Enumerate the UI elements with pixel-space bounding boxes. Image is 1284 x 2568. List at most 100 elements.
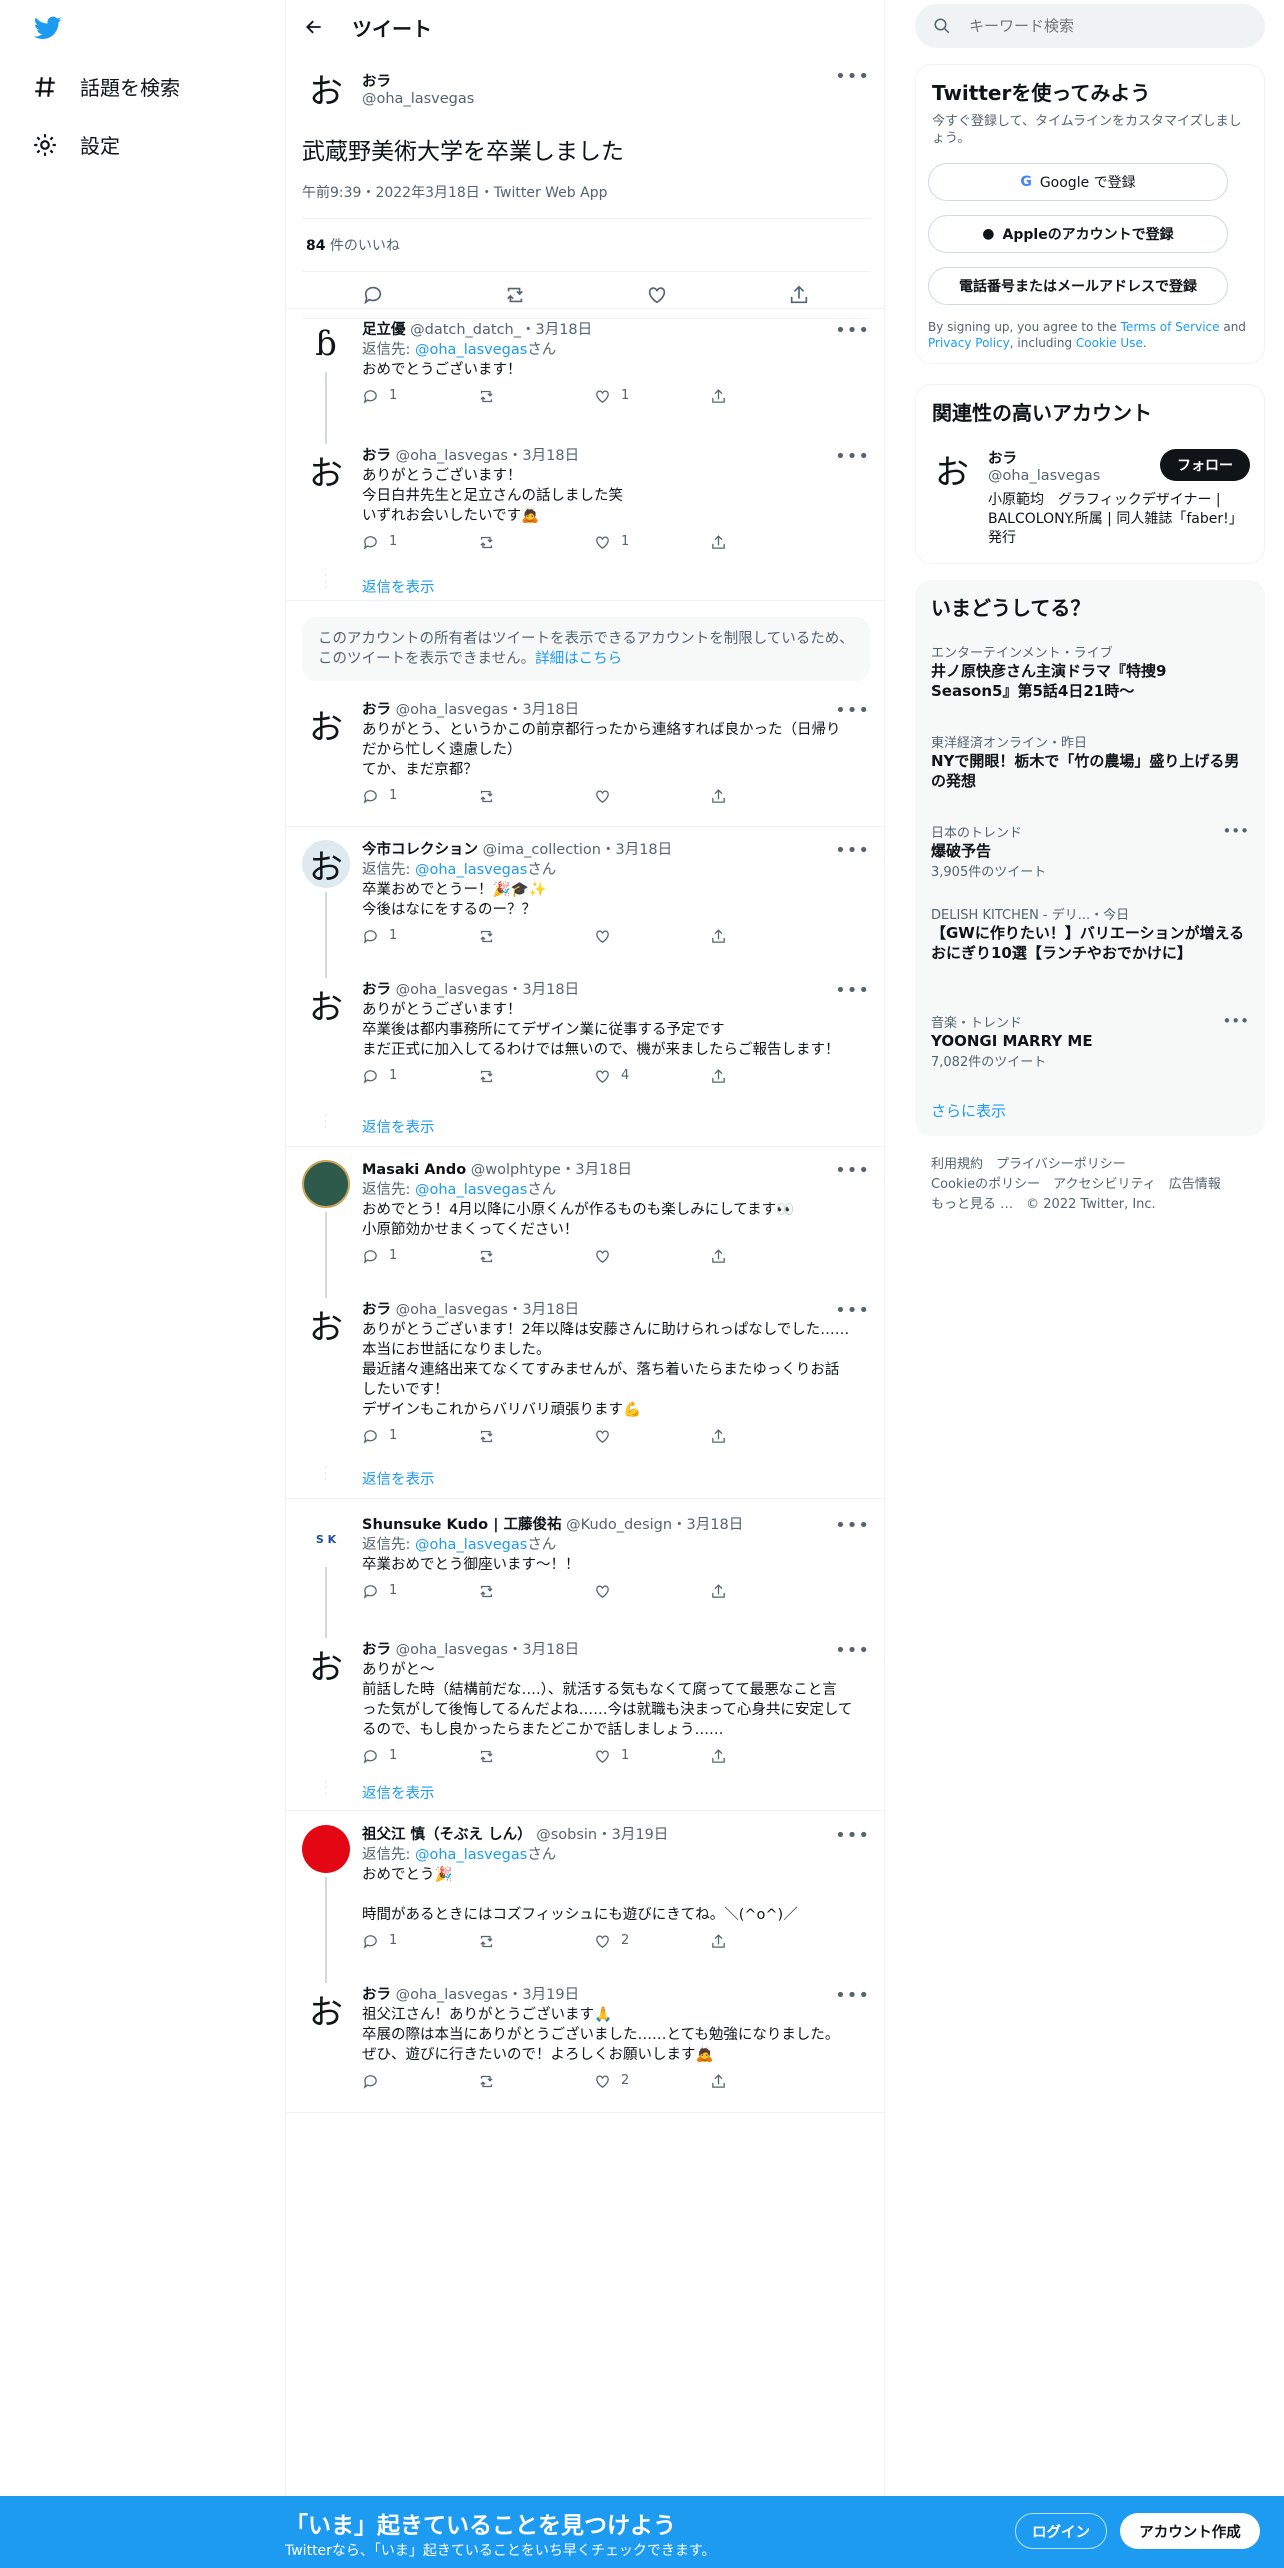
reply-tweet[interactable]: ••• Masaki Ando @wolphtype・3月18日 返信先: @oha… (286, 1150, 886, 1298)
cookie-link[interactable]: Cookie Use (1076, 336, 1143, 350)
reply-tweet[interactable]: お ••• おラ @oha_lasvegas・3月18日 ありがと〜 前話した時（結構前… (286, 1630, 886, 1790)
related-avatar[interactable]: お (928, 445, 976, 493)
phone-signup-button[interactable]: 電話番号またはメールアドレスで登録 (928, 267, 1228, 305)
author-name[interactable]: 祖父江 慎（そぶえ しん） (362, 1827, 532, 1843)
retweet-button[interactable] (478, 1581, 594, 1601)
author-name[interactable]: おラ (362, 982, 391, 998)
author-name[interactable]: おラ (362, 702, 391, 718)
tweet-date[interactable]: ・3月18日 (561, 1162, 632, 1178)
trend-item[interactable]: DELISH KITCHEN - デリ...・今日 【GWに作りたい！】バリエー… (931, 904, 1249, 963)
reply-to-handle[interactable]: @oha_lasvegas (415, 862, 527, 878)
author-name[interactable]: 足立優 (362, 322, 406, 338)
back-arrow-icon[interactable] (304, 17, 324, 37)
author-handle[interactable]: @oha_lasvegas (396, 702, 508, 718)
avatar[interactable] (302, 1825, 350, 1873)
author-name[interactable]: おラ (362, 1302, 391, 1318)
trend-item[interactable]: エンターテインメント・ライブ 井ノ原快彦さん主演ドラマ『特捜9 Season5』… (931, 642, 1249, 701)
footer-cookie[interactable]: Cookieのポリシー (931, 1177, 1040, 1192)
tweet-meta[interactable]: 午前9:39・2022年3月18日・Twitter Web App (302, 182, 870, 219)
share-button[interactable] (710, 926, 826, 946)
author-handle[interactable]: @datch_datch_ (410, 322, 521, 338)
footer-access[interactable]: アクセシビリティ (1053, 1177, 1156, 1192)
like-icon[interactable] (646, 284, 668, 306)
trend-item[interactable]: 東洋経済オンライン・昨日 NYで開眼！栃木で「竹の農場」盛り上げる男の発想 (931, 732, 1249, 791)
like-button[interactable] (594, 1581, 710, 1601)
reply-button[interactable]: 1 (362, 1246, 478, 1266)
avatar[interactable]: お (302, 840, 350, 888)
reply-to-handle[interactable]: @oha_lasvegas (415, 1537, 527, 1553)
tweet-date[interactable]: ・3月19日 (597, 1827, 668, 1843)
author-name[interactable]: おラ (362, 1642, 391, 1658)
tweet-date[interactable]: ・3月18日 (508, 1302, 579, 1318)
footer-more[interactable]: もっと見る … (931, 1197, 1013, 1212)
author-handle[interactable]: @oha_lasvegas (396, 1302, 508, 1318)
avatar[interactable]: お (302, 64, 350, 112)
author-name[interactable]: おラ (362, 448, 391, 464)
like-button[interactable]: 4 (594, 1066, 710, 1086)
avatar[interactable] (302, 1160, 350, 1208)
reply-button[interactable]: 1 (362, 1931, 478, 1951)
author-handle[interactable]: @oha_lasvegas (396, 448, 508, 464)
like-button[interactable] (594, 1426, 710, 1446)
retweet-button[interactable] (478, 1931, 594, 1951)
tweet-date[interactable]: ・3月18日 (521, 322, 592, 338)
reply-button[interactable]: 1 (362, 1581, 478, 1601)
share-button[interactable] (710, 1746, 826, 1766)
avatar[interactable]: お (302, 1985, 350, 2033)
author-handle[interactable]: @ima_collection (483, 842, 601, 858)
reply-button[interactable]: 1 (362, 386, 478, 406)
tweet-date[interactable]: ・3月18日 (508, 702, 579, 718)
avatar[interactable]: お (302, 1300, 350, 1348)
retweet-button[interactable] (478, 1246, 594, 1266)
tweet-date[interactable]: ・3月18日 (508, 982, 579, 998)
like-button[interactable] (594, 1246, 710, 1266)
likes-count[interactable]: 84 件のいいね (302, 219, 870, 272)
retweet-button[interactable] (478, 2071, 594, 2091)
like-button[interactable] (594, 926, 710, 946)
reply-to-handle[interactable]: @oha_lasvegas (415, 1182, 527, 1198)
reply-tweet[interactable]: お ••• おラ @oha_lasvegas・3月19日 祖父江さん！ありがとうござい… (286, 1975, 886, 2115)
follow-button[interactable]: フォロー (1160, 449, 1250, 481)
footer-ads[interactable]: 広告情報 (1169, 1177, 1221, 1192)
like-button[interactable]: 2 (594, 1931, 710, 1951)
author-name[interactable]: Shunsuke Kudo | 工藤俊祐 (362, 1517, 562, 1533)
reply-button[interactable]: 1 (362, 1746, 478, 1766)
tweet-date[interactable]: ・3月18日 (601, 842, 672, 858)
author-handle[interactable]: @wolphtype (471, 1162, 561, 1178)
tweet-date[interactable]: ・3月18日 (508, 1642, 579, 1658)
retweet-button[interactable] (478, 786, 594, 806)
tweet-date[interactable]: ・3月19日 (508, 1987, 579, 2003)
trend-item[interactable]: 音楽・トレンド YOONGI MARRY ME 7,082件のツイート ••• (931, 1012, 1249, 1070)
reply-button[interactable]: 1 (362, 926, 478, 946)
share-button[interactable] (710, 386, 826, 406)
share-button[interactable] (710, 1426, 826, 1446)
retweet-button[interactable] (478, 926, 594, 946)
login-button[interactable]: ログイン (1015, 2513, 1107, 2549)
author-handle[interactable]: @oha_lasvegas (396, 982, 508, 998)
reply-button[interactable]: 1 (362, 532, 478, 552)
author-name[interactable]: おラ (362, 70, 474, 91)
reply-button[interactable]: 1 (362, 1426, 478, 1446)
notice-link[interactable]: 詳細はこちら (535, 651, 622, 667)
retweet-icon[interactable] (504, 284, 526, 306)
reply-tweet[interactable]: ••• 祖父江 慎（そぶえ しん） @sobsin・3月19日 返信先: @oha_… (286, 1815, 886, 1983)
nav-settings[interactable]: 設定 (32, 130, 120, 159)
avatar[interactable]: お (302, 1640, 350, 1688)
google-signup-button[interactable]: G Google で登録 (928, 163, 1228, 201)
show-replies-link[interactable]: 返信を表示 (362, 1116, 435, 1137)
avatar[interactable]: S K (302, 1515, 350, 1563)
avatar[interactable]: お (302, 980, 350, 1028)
tweet-date[interactable]: ・3月18日 (508, 448, 579, 464)
more-icon[interactable]: ••• (1222, 822, 1249, 840)
share-button[interactable] (710, 786, 826, 806)
author-handle[interactable]: @oha_lasvegas (396, 1987, 508, 2003)
tweet-date[interactable]: ・3月18日 (672, 1517, 743, 1533)
like-button[interactable]: 1 (594, 532, 710, 552)
nav-explore[interactable]: 話題を検索 (32, 72, 180, 101)
show-replies-link[interactable]: 返信を表示 (362, 1468, 435, 1489)
trend-item[interactable]: 日本のトレンド 爆破予告 3,905件のツイート ••• (931, 822, 1249, 880)
author-handle[interactable]: @oha_lasvegas (362, 91, 474, 107)
reply-to-handle[interactable]: @oha_lasvegas (415, 1847, 527, 1863)
reply-tweet[interactable]: お ••• おラ @oha_lasvegas・3月18日 ありがとうございます！2年以… (286, 1290, 886, 1470)
author-name[interactable]: 今市コレクション (362, 842, 478, 858)
